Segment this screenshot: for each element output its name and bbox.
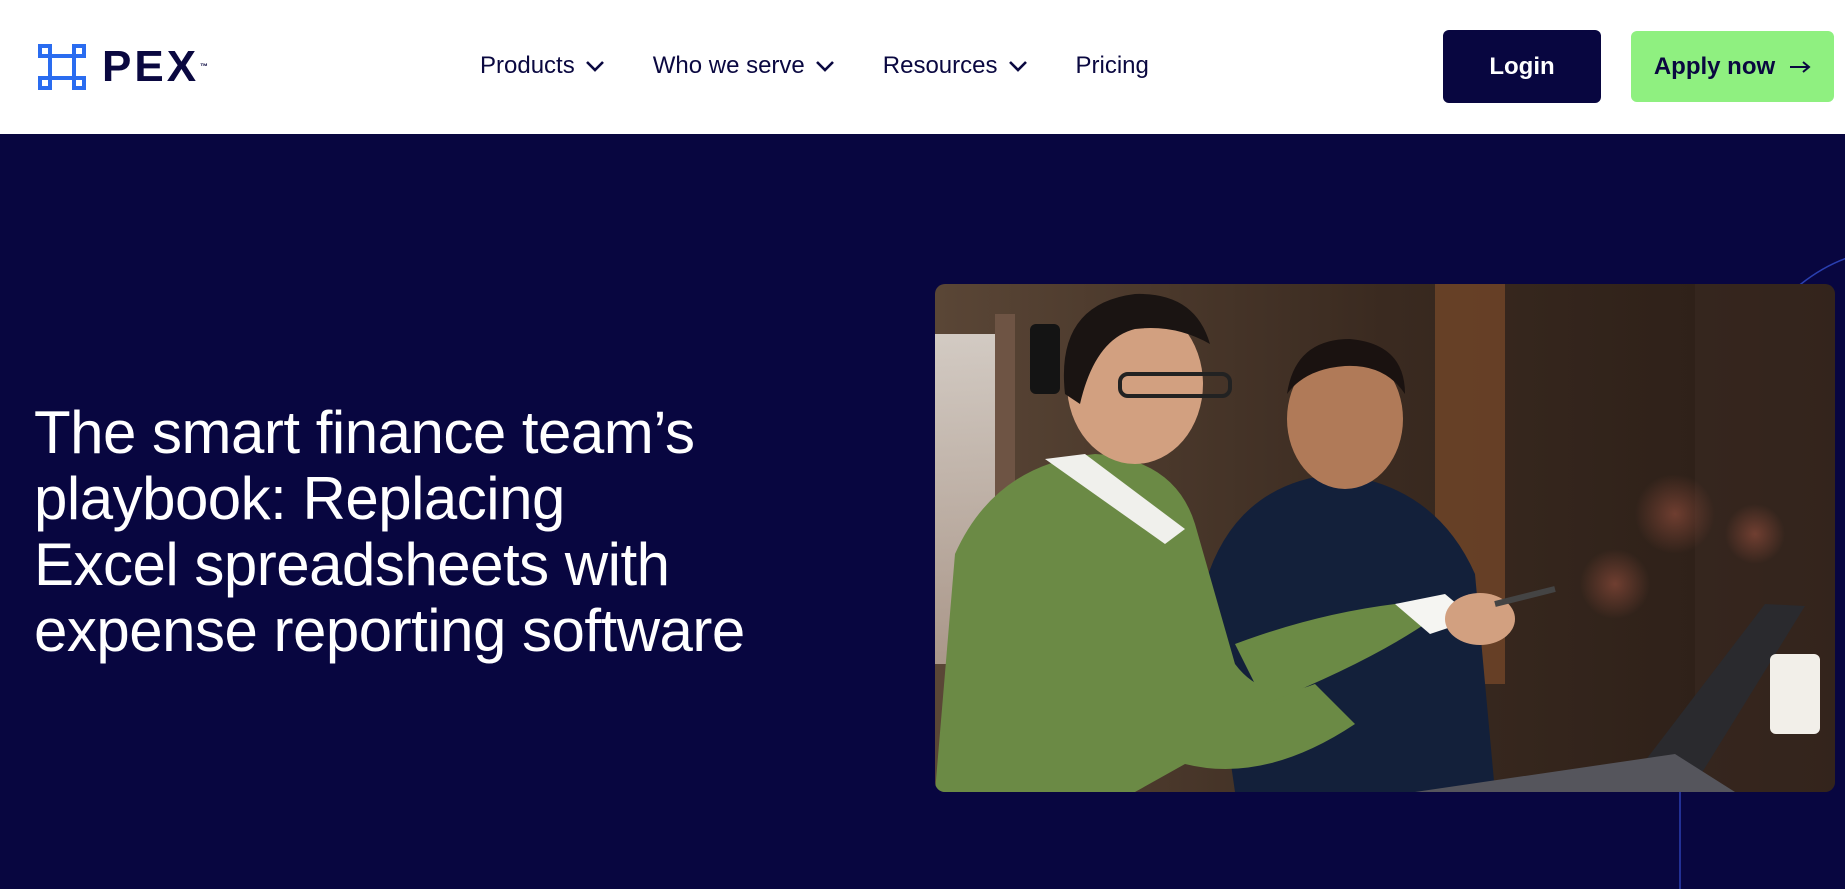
hero-title-line: The smart finance team’s [34, 399, 695, 466]
nav-item-who-we-serve[interactable]: Who we serve [653, 52, 835, 80]
chevron-down-icon [1008, 61, 1027, 72]
login-button[interactable]: Login [1443, 30, 1601, 103]
hero-section: The smart finance team’s playbook: Repla… [0, 134, 1845, 889]
nav-item-pricing[interactable]: Pricing [1076, 52, 1149, 80]
brand-logo[interactable]: PEX™ [34, 42, 211, 92]
hero-photo-illustration [935, 284, 1835, 792]
nav-item-resources[interactable]: Resources [883, 52, 1028, 80]
chevron-down-icon [815, 61, 834, 72]
main-nav: Products Who we serve Resources Pricing [480, 48, 1197, 84]
arrow-right-icon [1790, 60, 1811, 73]
hero-title-line: playbook: Replacing [34, 465, 565, 532]
nav-label: Resources [882, 52, 998, 79]
hero-title-line: Excel spreadsheets with [34, 531, 670, 598]
hero-title: The smart finance team’s playbook: Repla… [34, 400, 854, 664]
nav-label: Products [480, 52, 575, 79]
hero-photo [935, 284, 1835, 792]
pex-logo-icon [38, 44, 86, 90]
brand-name: PEX™ [102, 42, 212, 91]
nav-label: Who we serve [652, 52, 805, 79]
apply-now-button[interactable]: Apply now [1631, 31, 1834, 102]
site-header: PEX™ Products Who we serve Resources Pri… [0, 0, 1845, 134]
apply-label: Apply now [1653, 52, 1776, 80]
nav-label: Pricing [1075, 52, 1149, 79]
login-label: Login [1489, 52, 1555, 80]
chevron-down-icon [585, 61, 604, 72]
hero-title-line: expense reporting software [34, 597, 745, 664]
nav-item-products[interactable]: Products [480, 52, 605, 80]
